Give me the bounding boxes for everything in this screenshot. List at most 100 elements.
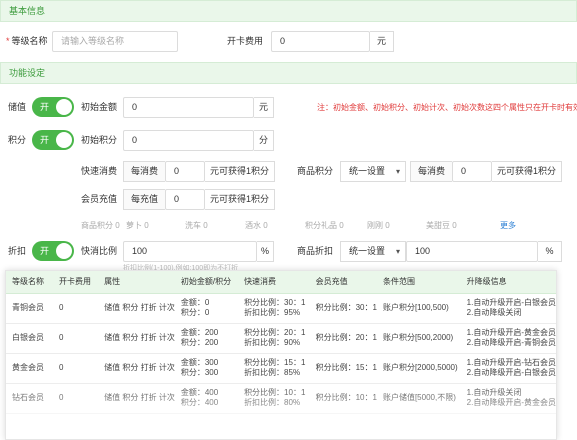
stat-drinks: 酒水 0 <box>245 221 268 230</box>
cell-quick-discount: 折扣比例：95% <box>244 308 301 317</box>
toggle-knob <box>56 243 72 259</box>
cell-initial: 金额：400 积分：400 <box>174 383 239 414</box>
goods-points-select[interactable]: 统一设置 ▾ <box>340 161 406 182</box>
cell-recharge: 积分比例：10：1 <box>309 383 377 414</box>
col-initial: 初始金额/积分 <box>174 271 239 294</box>
goods-discount-select[interactable]: 统一设置 ▾ <box>340 241 406 262</box>
cell-initial-amount: 金额：200 <box>180 328 219 337</box>
cell-downgrade: 2.自动降级开启-白银会员 <box>466 368 556 377</box>
cell-initial-points: 积分：200 <box>180 338 219 347</box>
level-name-input[interactable]: 请输入等级名称 <box>52 31 178 52</box>
chevron-down-icon: ▾ <box>395 167 400 176</box>
cell-initial-amount: 金额：300 <box>180 358 219 367</box>
cell-range: 账户积分[2000,5000) <box>376 353 461 384</box>
stored-value-label: 储值 <box>8 102 27 112</box>
recharge-prefix: 每充值 <box>123 189 165 210</box>
cell-recharge: 积分比例：30：1 <box>309 293 377 324</box>
toggle-knob <box>56 99 72 115</box>
table-row[interactable]: 钻石会员 0 储值 积分 打折 计次 金额：400 积分：400 积分比例：10：… <box>6 383 556 414</box>
cell-initial-points: 积分：300 <box>180 368 219 377</box>
stat-radish: 萝卜 0 <box>126 221 149 230</box>
quick-ratio-input[interactable]: 100 <box>123 241 257 262</box>
cell-quick: 积分比例：20：1 折扣比例：90% <box>238 323 310 354</box>
cell-downgrade: 2.自动降级关闭 <box>466 308 522 317</box>
quick-ratio-unit: % <box>257 241 274 262</box>
cell-recharge: 积分比例：15：1 <box>309 353 377 384</box>
function-settings-header: 功能设定 <box>0 62 577 84</box>
quick-consume-label: 快速消费 <box>81 166 118 176</box>
goods-discount-input[interactable]: 100 <box>406 241 538 262</box>
cell-level-info: 1.自动升级开启-白银会员 2.自动降级关闭 <box>460 293 556 324</box>
cell-initial-points: 积分：400 <box>180 398 219 407</box>
recharge-input[interactable]: 0 <box>165 189 205 210</box>
cell-fee: 0 <box>52 353 99 384</box>
cell-quick: 积分比例：10：1 折扣比例：80% <box>238 383 310 414</box>
cell-quick-discount: 折扣比例：85% <box>244 368 301 377</box>
cell-name: 黄金会员 <box>6 353 53 384</box>
goods-consume-input[interactable]: 0 <box>452 161 492 182</box>
col-quick-consume: 快速消费 <box>238 271 310 294</box>
cell-name: 白银会员 <box>6 323 53 354</box>
quick-consume-prefix: 每消费 <box>123 161 165 182</box>
cell-initial-points: 积分：0 <box>180 308 210 317</box>
cell-fee: 0 <box>52 323 99 354</box>
cell-initial: 金额：0 积分：0 <box>174 293 239 324</box>
member-level-table: 等级名称 开卡费用 属性 初始金额/积分 快速消费 会员充值 条件范围 升降级信… <box>5 270 557 440</box>
cell-downgrade: 2.自动降级开启-青铜会员 <box>466 338 556 347</box>
quick-consume-input[interactable]: 0 <box>165 161 205 182</box>
toggle-text: 开 <box>40 246 50 256</box>
cell-attrs: 储值 积分 打折 计次 <box>98 383 175 414</box>
goods-consume-suffix: 元可获得1积分 <box>492 161 562 182</box>
col-range: 条件范围 <box>376 271 461 294</box>
goods-discount-unit: % <box>538 241 562 262</box>
discount-toggle[interactable]: 开 <box>32 241 74 261</box>
cell-range: 账户积分[500,2000) <box>376 323 461 354</box>
table-row[interactable]: 白银会员 0 储值 积分 打折 计次 金额：200 积分：200 积分比例：20：… <box>6 323 556 354</box>
stat-goods-points: 商品积分 0 <box>81 221 120 230</box>
initial-amount-input[interactable]: 0 <box>123 97 254 118</box>
level-name-label: * 等级名称 <box>6 31 48 51</box>
card-fee-input[interactable]: 0 <box>271 31 370 52</box>
cell-quick-points: 积分比例：20：1 <box>244 328 306 337</box>
effective-note: 注：初始金额、初始积分、初始计次、初始次数这四个属性只在开卡时有效 <box>317 103 577 112</box>
cell-name: 青铜会员 <box>6 293 53 324</box>
basic-info-header: 基本信息 <box>0 0 577 22</box>
select-value: 统一设置 <box>349 166 386 176</box>
cell-range: 账户积分[100,500) <box>376 293 461 324</box>
card-fee-label: 开卡费用 <box>227 36 264 46</box>
col-level-info: 升降级信息 <box>460 271 556 294</box>
discount-label: 折扣 <box>8 246 27 256</box>
col-level-name: 等级名称 <box>6 271 53 294</box>
stat-just-now: 刚刚 0 <box>367 221 390 230</box>
table-row[interactable]: 青铜会员 0 储值 积分 打折 计次 金额：0 积分：0 积分比例：30：1 折扣比… <box>6 293 556 324</box>
cell-range: 账户储值[5000,不限) <box>376 383 461 414</box>
stored-value-toggle[interactable]: 开 <box>32 97 74 117</box>
table-row[interactable]: 黄金会员 0 储值 积分 打折 计次 金额：300 积分：300 积分比例：15：… <box>6 353 556 384</box>
recharge-suffix: 元可获得1积分 <box>205 189 275 210</box>
cell-attrs: 储值 积分 打折 计次 <box>98 353 175 384</box>
cell-quick: 积分比例：30：1 折扣比例：95% <box>238 293 310 324</box>
col-attributes: 属性 <box>98 271 175 294</box>
goods-consume-prefix: 每消费 <box>410 161 452 182</box>
points-toggle[interactable]: 开 <box>32 130 74 150</box>
col-card-fee: 开卡费用 <box>52 271 99 294</box>
cell-initial: 金额：300 积分：300 <box>174 353 239 384</box>
initial-points-unit: 分 <box>254 130 274 151</box>
cell-downgrade: 2.自动降级开启-黄金会员 <box>466 398 556 407</box>
initial-points-label: 初始积分 <box>81 135 118 145</box>
recharge-label: 会员充值 <box>81 194 118 204</box>
card-fee-unit: 元 <box>370 31 394 52</box>
cell-quick-discount: 折扣比例：80% <box>244 398 301 407</box>
initial-points-input[interactable]: 0 <box>123 130 254 151</box>
goods-points-label: 商品积分 <box>297 166 334 176</box>
cell-attrs: 储值 积分 打折 计次 <box>98 293 175 324</box>
cell-initial: 金额：200 积分：200 <box>174 323 239 354</box>
stat-carwash: 洗车 0 <box>185 221 208 230</box>
quick-ratio-label: 快消比例 <box>81 246 118 256</box>
stat-sweet-beans: 美甜豆 0 <box>426 221 457 230</box>
cell-level-info: 1.自动升级关闭 2.自动降级开启-黄金会员 <box>460 383 556 414</box>
required-mark: * <box>6 36 10 46</box>
more-link[interactable]: 更多 <box>500 220 516 231</box>
cell-fee: 0 <box>52 293 99 324</box>
cell-recharge: 积分比例：20：1 <box>309 323 377 354</box>
